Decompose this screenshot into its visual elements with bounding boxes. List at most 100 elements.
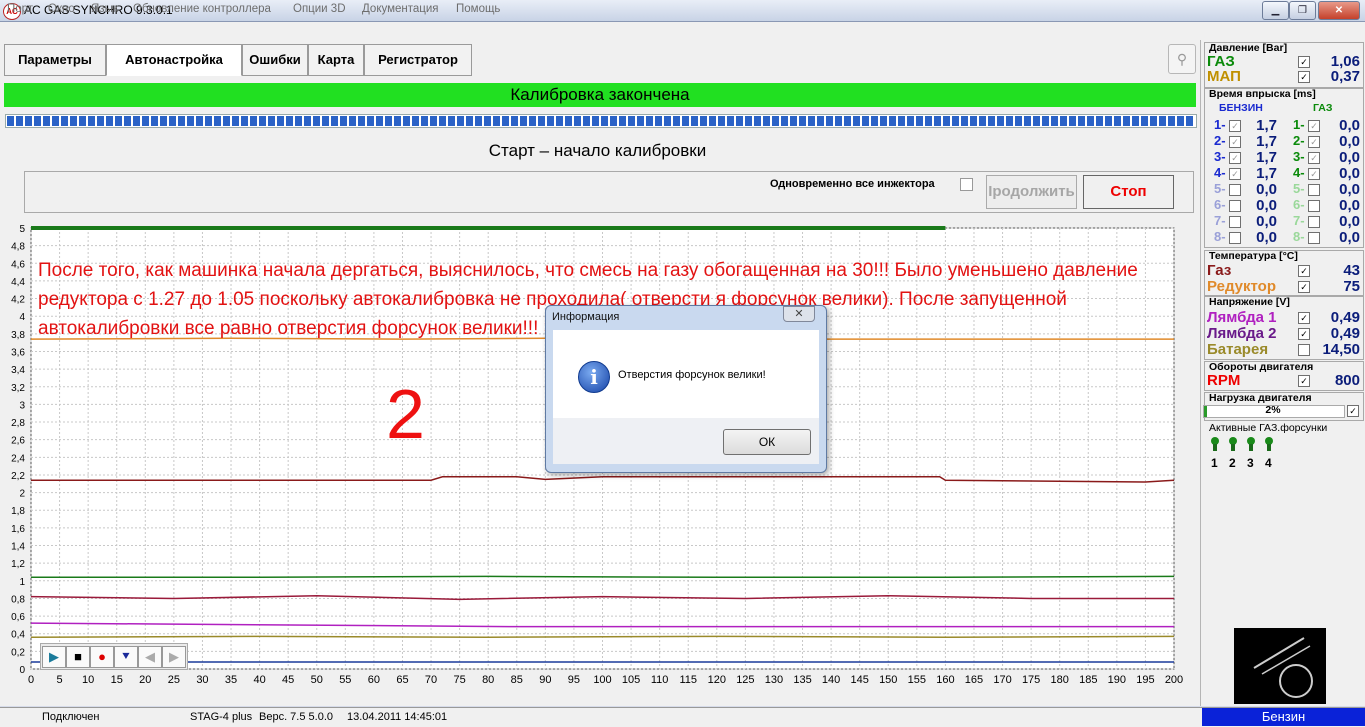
menu-3d-options[interactable]: Опции 3D — [293, 3, 346, 15]
play-icon[interactable]: ▶ — [42, 646, 66, 668]
x-tick-label: 115 — [679, 674, 697, 686]
x-tick-label: 50 — [311, 674, 323, 686]
x-tick-label: 155 — [908, 674, 926, 686]
battery-checkbox[interactable] — [1298, 344, 1310, 356]
y-tick-label: 4,6 — [11, 259, 25, 270]
logo-graphic — [1253, 637, 1313, 698]
record-icon[interactable]: ● — [90, 646, 114, 668]
x-tick-label: 110 — [651, 674, 669, 686]
gas-injector-time-value: 0,0 — [1339, 213, 1360, 230]
gas-injector-icon — [1227, 437, 1239, 451]
tab-errors[interactable]: Ошибки — [242, 44, 308, 76]
y-tick-label: 4,2 — [11, 295, 25, 306]
tab-recorder[interactable]: Регистратор — [364, 44, 472, 76]
reducer-temperature-checkbox[interactable]: ✓ — [1298, 281, 1310, 293]
calibration-progress-fill — [7, 116, 1195, 126]
x-tick-label: 60 — [368, 674, 380, 686]
x-tick-label: 80 — [482, 674, 494, 686]
x-tick-label: 175 — [1022, 674, 1040, 686]
stop-button[interactable]: Стоп — [1083, 175, 1174, 209]
x-tick-label: 195 — [1136, 674, 1154, 686]
gas-injector-checkbox[interactable] — [1308, 184, 1320, 196]
gas-injector-checkbox[interactable]: ✓ — [1308, 120, 1320, 132]
gas-injector-checkbox[interactable]: ✓ — [1308, 152, 1320, 164]
tab-map[interactable]: Карта — [308, 44, 364, 76]
menu-language[interactable]: Язык — [91, 3, 118, 15]
x-tick-label: 150 — [879, 674, 897, 686]
dialog-message: Отверстия форсунок велики! — [618, 369, 766, 381]
petrol-header: БЕНЗИН — [1219, 102, 1263, 114]
stop-square-icon[interactable]: ■ — [66, 646, 90, 668]
menu-documentation[interactable]: Документация — [362, 3, 439, 15]
petrol-injector-checkbox[interactable]: ✓ — [1229, 120, 1241, 132]
gas-temperature-checkbox[interactable]: ✓ — [1298, 265, 1310, 277]
menu-port[interactable]: Порт — [7, 3, 33, 15]
gas-injector-number: 2 — [1229, 456, 1236, 470]
y-tick-label: 1,4 — [11, 542, 25, 553]
ok-button[interactable]: ОК — [723, 429, 811, 455]
usb-connect-icon[interactable]: ⚲ — [1168, 44, 1196, 74]
info-icon: i — [578, 361, 610, 393]
series-line — [31, 575, 1175, 579]
rpm-checkbox[interactable]: ✓ — [1298, 375, 1310, 387]
tab-parameters[interactable]: Параметры — [4, 44, 106, 76]
y-tick-label: 2,4 — [11, 453, 25, 464]
gas-injector-time-value: 0,0 — [1339, 181, 1360, 198]
petrol-injector-checkbox[interactable]: ✓ — [1229, 152, 1241, 164]
temperature-title: Температура [°C] — [1209, 250, 1298, 262]
petrol-injector-checkbox[interactable]: ✓ — [1229, 168, 1241, 180]
menu-controller-update[interactable]: Обновление контроллера — [133, 3, 271, 15]
gas-injector-checkbox[interactable] — [1308, 232, 1320, 244]
petrol-injector-time-value: 1,7 — [1256, 117, 1277, 134]
y-tick-label: 0 — [19, 665, 25, 676]
continue-button[interactable]: Iродолжить — [986, 175, 1077, 209]
annotation-number: 2 — [386, 375, 425, 453]
y-tick-label: 4,8 — [11, 242, 25, 253]
petrol-injector-time-value: 0,0 — [1256, 213, 1277, 230]
forward-icon[interactable]: ▶ — [162, 646, 186, 668]
maximize-button[interactable]: ❐ — [1289, 1, 1316, 20]
x-tick-label: 0 — [28, 674, 34, 686]
calibration-progress-bar — [5, 114, 1197, 128]
menu-help[interactable]: Помощь — [456, 3, 500, 15]
gas-injector-time-value: 0,0 — [1339, 229, 1360, 246]
tab-autotuning[interactable]: Автонастройка — [106, 44, 242, 76]
x-tick-label: 65 — [396, 674, 408, 686]
petrol-injector-checkbox[interactable] — [1229, 232, 1241, 244]
petrol-injector-time-value: 0,0 — [1256, 197, 1277, 214]
download-icon[interactable]: ⯆ — [114, 646, 138, 668]
series-line — [30, 635, 1175, 638]
lambda1-checkbox[interactable]: ✓ — [1298, 312, 1310, 324]
gas-injector-checkbox[interactable] — [1308, 216, 1320, 228]
engine-load-title: Нагрузка двигателя — [1209, 392, 1312, 404]
minimize-button[interactable]: ▁ — [1262, 1, 1289, 20]
close-window-button[interactable]: ✕ — [1318, 1, 1360, 20]
y-tick-label: 4 — [19, 312, 25, 323]
x-tick-label: 55 — [339, 674, 351, 686]
back-icon[interactable]: ◀ — [138, 646, 162, 668]
y-tick-label: 3,2 — [11, 383, 25, 394]
voltage-title: Напряжение [V] — [1209, 296, 1290, 308]
y-tick-label: 2,6 — [11, 436, 25, 447]
gas-pressure-checkbox[interactable]: ✓ — [1298, 56, 1310, 68]
petrol-injector-checkbox[interactable] — [1229, 216, 1241, 228]
gas-injector-checkbox[interactable] — [1308, 200, 1320, 212]
petrol-injector-checkbox[interactable]: ✓ — [1229, 136, 1241, 148]
gas-injector-checkbox[interactable]: ✓ — [1308, 136, 1320, 148]
gas-injector-checkbox[interactable]: ✓ — [1308, 168, 1320, 180]
petrol-injector-checkbox[interactable] — [1229, 200, 1241, 212]
dialog-close-icon[interactable]: ✕ — [783, 306, 815, 322]
engine-load-checkbox[interactable]: ✓ — [1347, 405, 1359, 417]
fuel-mode-indicator: Бензин — [1202, 708, 1365, 726]
gas-injector-number: 4 — [1265, 456, 1272, 470]
gas-injector-number: 1 — [1211, 456, 1218, 470]
gas-header: ГАЗ — [1313, 102, 1333, 114]
battery-value: 14,50 — [1322, 341, 1360, 358]
map-pressure-checkbox[interactable]: ✓ — [1298, 71, 1310, 83]
simultaneous-injectors-checkbox[interactable] — [960, 178, 973, 191]
gas-injector-icon — [1209, 437, 1221, 451]
x-tick-label: 90 — [539, 674, 551, 686]
petrol-injector-checkbox[interactable] — [1229, 184, 1241, 196]
lambda2-checkbox[interactable]: ✓ — [1298, 328, 1310, 340]
menu-window[interactable]: Окно — [48, 3, 75, 15]
